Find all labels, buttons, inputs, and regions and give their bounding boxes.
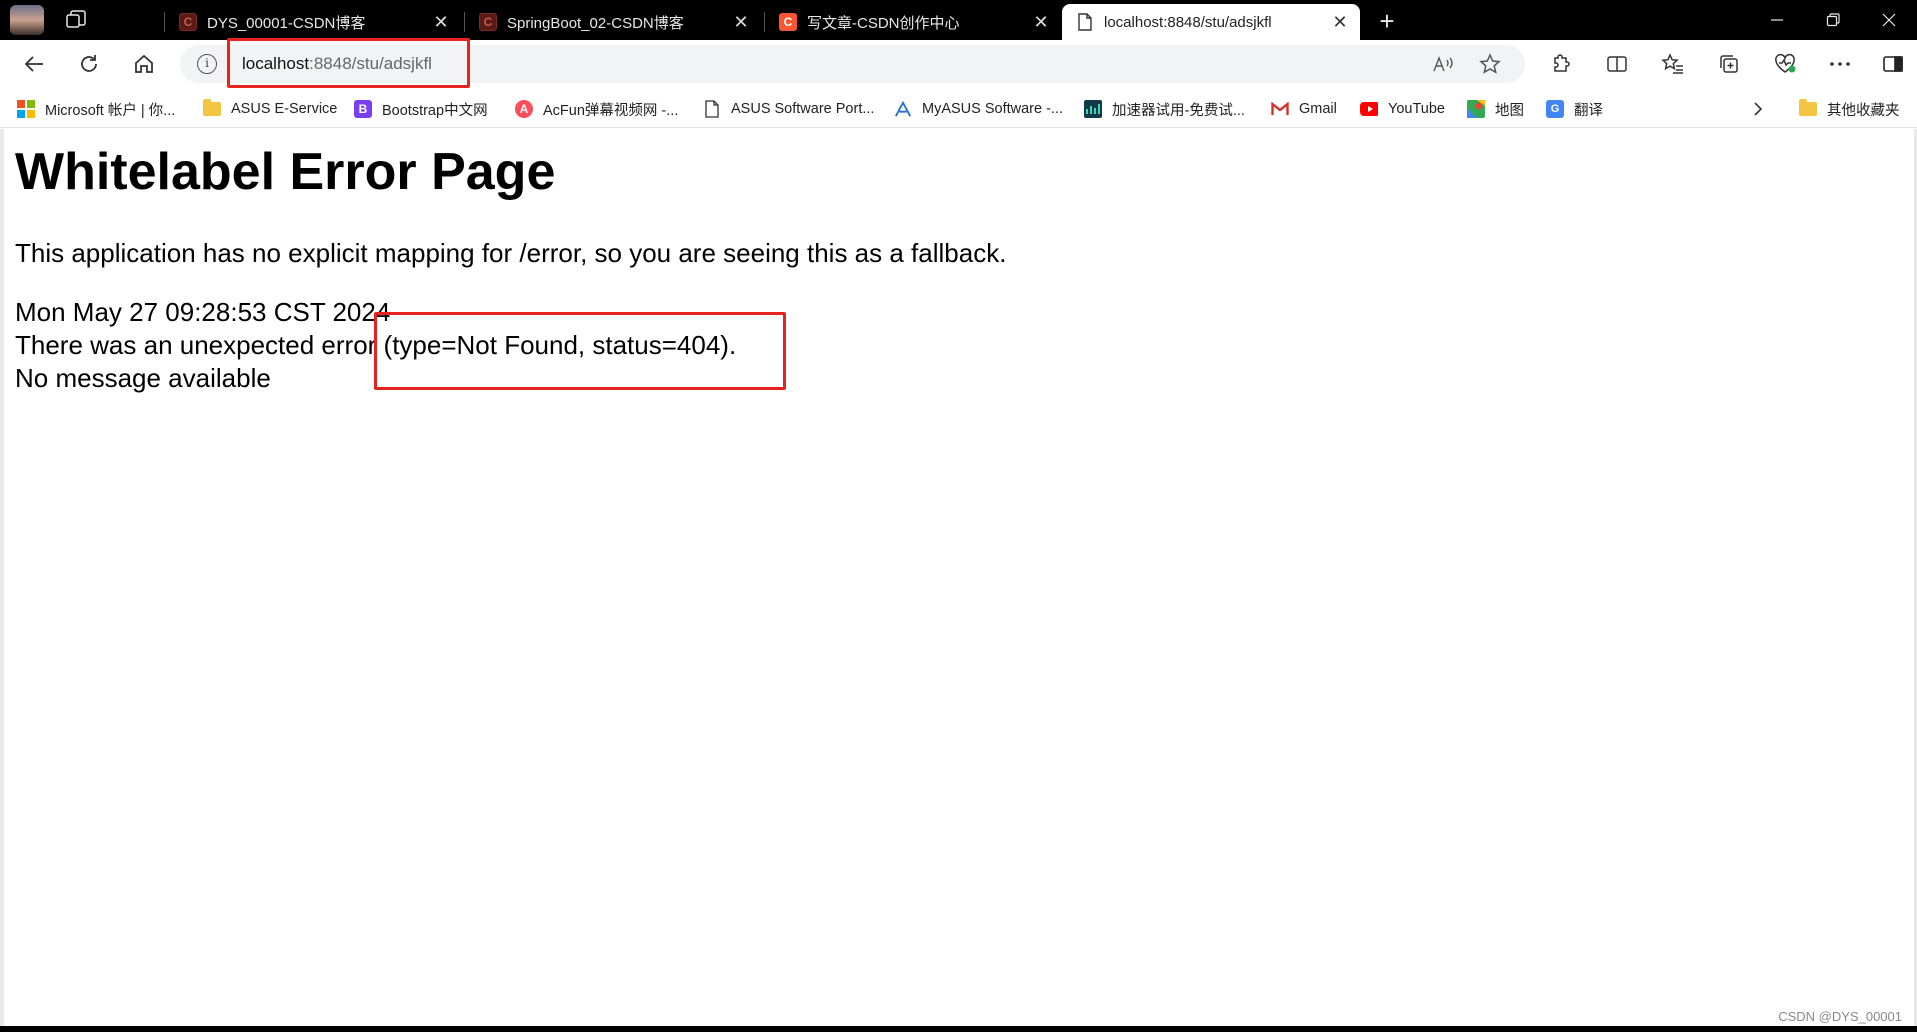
tab-title: localhost:8848/stu/adsjkfl xyxy=(1104,13,1272,31)
bookmark-label: 其他收藏夹 xyxy=(1827,102,1900,119)
bookmark-label: YouTube xyxy=(1388,101,1445,117)
bookmark-acfun[interactable]: A AcFun弹幕视频网 -... xyxy=(515,98,678,120)
site-info-icon[interactable]: i xyxy=(197,54,217,74)
translate-icon: G xyxy=(1546,100,1564,118)
refresh-button[interactable] xyxy=(72,48,106,80)
highlight-box-status xyxy=(374,312,786,390)
page-title: Whitelabel Error Page xyxy=(15,143,556,201)
bookmark-gmail[interactable]: Gmail xyxy=(1271,98,1337,120)
gmail-icon xyxy=(1271,100,1289,118)
home-button[interactable] xyxy=(127,48,161,80)
error-timestamp: Mon May 27 09:28:53 CST 2024 xyxy=(15,297,391,327)
bookmark-accelerator[interactable]: 加速器试用-免费试... xyxy=(1084,98,1245,120)
folder-icon xyxy=(1799,99,1817,118)
microsoft-icon xyxy=(17,100,35,118)
close-icon[interactable]: ✕ xyxy=(1326,8,1354,36)
csdn-icon: C xyxy=(779,13,797,31)
bookmark-asus-eservice[interactable]: ASUS E-Service xyxy=(203,98,337,120)
bookmark-translate[interactable]: G 翻译 xyxy=(1546,98,1603,120)
folder-icon xyxy=(203,99,221,118)
favorite-star-icon[interactable] xyxy=(1477,52,1503,76)
bookmark-label: ASUS Software Port... xyxy=(731,101,875,117)
window-close-button[interactable] xyxy=(1861,0,1917,40)
bookmark-label: Microsoft 帐户 | 你... xyxy=(45,102,176,119)
error-message: No message available xyxy=(15,363,271,393)
youtube-icon xyxy=(1360,100,1378,118)
extensions-icon[interactable] xyxy=(1544,48,1578,80)
page-content: Whitelabel Error Page This application h… xyxy=(0,129,1917,1026)
bookmark-microsoft[interactable]: Microsoft 帐户 | 你... xyxy=(17,98,175,120)
tab-title: 写文章-CSDN创作中心 xyxy=(807,14,960,32)
close-icon[interactable]: ✕ xyxy=(427,8,455,36)
read-aloud-icon[interactable] xyxy=(1430,52,1456,76)
page-icon xyxy=(1076,13,1094,31)
page-icon xyxy=(703,100,721,118)
tab-title: SpringBoot_02-CSDN博客 xyxy=(507,14,684,32)
bookmarks-overflow-chevron[interactable] xyxy=(1752,98,1764,120)
collections-icon[interactable] xyxy=(1712,48,1746,80)
csdn-icon: C xyxy=(179,13,197,31)
bookmark-bootstrap[interactable]: B Bootstrap中文网 xyxy=(354,98,488,120)
split-screen-icon[interactable] xyxy=(1600,48,1634,80)
bookmark-label: MyASUS Software -... xyxy=(922,101,1064,117)
tab-springboot[interactable]: C SpringBoot_02-CSDN博客 ✕ xyxy=(464,4,761,40)
accelerator-icon xyxy=(1084,100,1102,118)
restore-button[interactable] xyxy=(1805,0,1861,40)
back-button[interactable] xyxy=(17,48,51,80)
sidebar-toggle-icon[interactable] xyxy=(1876,48,1910,80)
close-icon[interactable]: ✕ xyxy=(1027,8,1055,36)
error-description: This application has no explicit mapping… xyxy=(15,238,1007,268)
bookmark-myasus[interactable]: MyASUS Software -... xyxy=(894,98,1063,120)
bookmark-asus-software[interactable]: ASUS Software Port... xyxy=(703,98,874,120)
bookmark-label: Gmail xyxy=(1299,101,1337,117)
bootstrap-icon: B xyxy=(354,100,372,118)
workspaces-icon[interactable] xyxy=(64,8,88,32)
bookmark-label: Bootstrap中文网 xyxy=(382,102,488,119)
tab-localhost[interactable]: localhost:8848/stu/adsjkfl ✕ xyxy=(1062,4,1360,40)
bookmark-label: AcFun弹幕视频网 -... xyxy=(543,102,679,119)
tab-csdn-blog[interactable]: C DYS_00001-CSDN博客 ✕ xyxy=(164,4,461,40)
favorites-icon[interactable] xyxy=(1656,48,1690,80)
chevron-right-icon xyxy=(1754,102,1763,116)
bookmark-label: ASUS E-Service xyxy=(231,101,338,117)
bookmark-other-favorites[interactable]: 其他收藏夹 xyxy=(1799,98,1900,120)
window-bottom-edge xyxy=(0,1026,1917,1032)
close-icon[interactable]: ✕ xyxy=(727,8,755,36)
bookmarks-bar: Microsoft 帐户 | 你... ASUS E-Service B Boo… xyxy=(0,88,1917,128)
minimize-button[interactable] xyxy=(1749,0,1805,40)
bookmark-youtube[interactable]: YouTube xyxy=(1360,98,1445,120)
bookmark-label: 翻译 xyxy=(1574,102,1603,119)
bookmark-label: 地图 xyxy=(1495,102,1524,119)
highlight-box-url xyxy=(227,38,470,88)
tab-title: DYS_00001-CSDN博客 xyxy=(207,14,366,32)
bookmark-label: 加速器试用-免费试... xyxy=(1112,102,1245,119)
csdn-icon: C xyxy=(479,13,497,31)
tab-csdn-editor[interactable]: C 写文章-CSDN创作中心 ✕ xyxy=(764,4,1061,40)
new-tab-button[interactable]: + xyxy=(1370,6,1404,36)
browser-essentials-icon[interactable] xyxy=(1768,48,1802,80)
bookmark-maps[interactable]: 地图 xyxy=(1467,98,1524,120)
more-menu-icon[interactable] xyxy=(1823,48,1857,80)
browser-toolbar: i localhost:8848/stu/adsjkfl xyxy=(0,38,1917,88)
tab-strip: C DYS_00001-CSDN博客 ✕ C SpringBoot_02-CSD… xyxy=(0,0,1917,40)
profile-avatar[interactable] xyxy=(10,5,44,35)
acfun-icon: A xyxy=(515,100,533,118)
watermark: CSDN @DYS_00001 xyxy=(1778,1009,1902,1024)
maps-icon xyxy=(1467,100,1485,118)
myasus-icon xyxy=(894,100,912,118)
